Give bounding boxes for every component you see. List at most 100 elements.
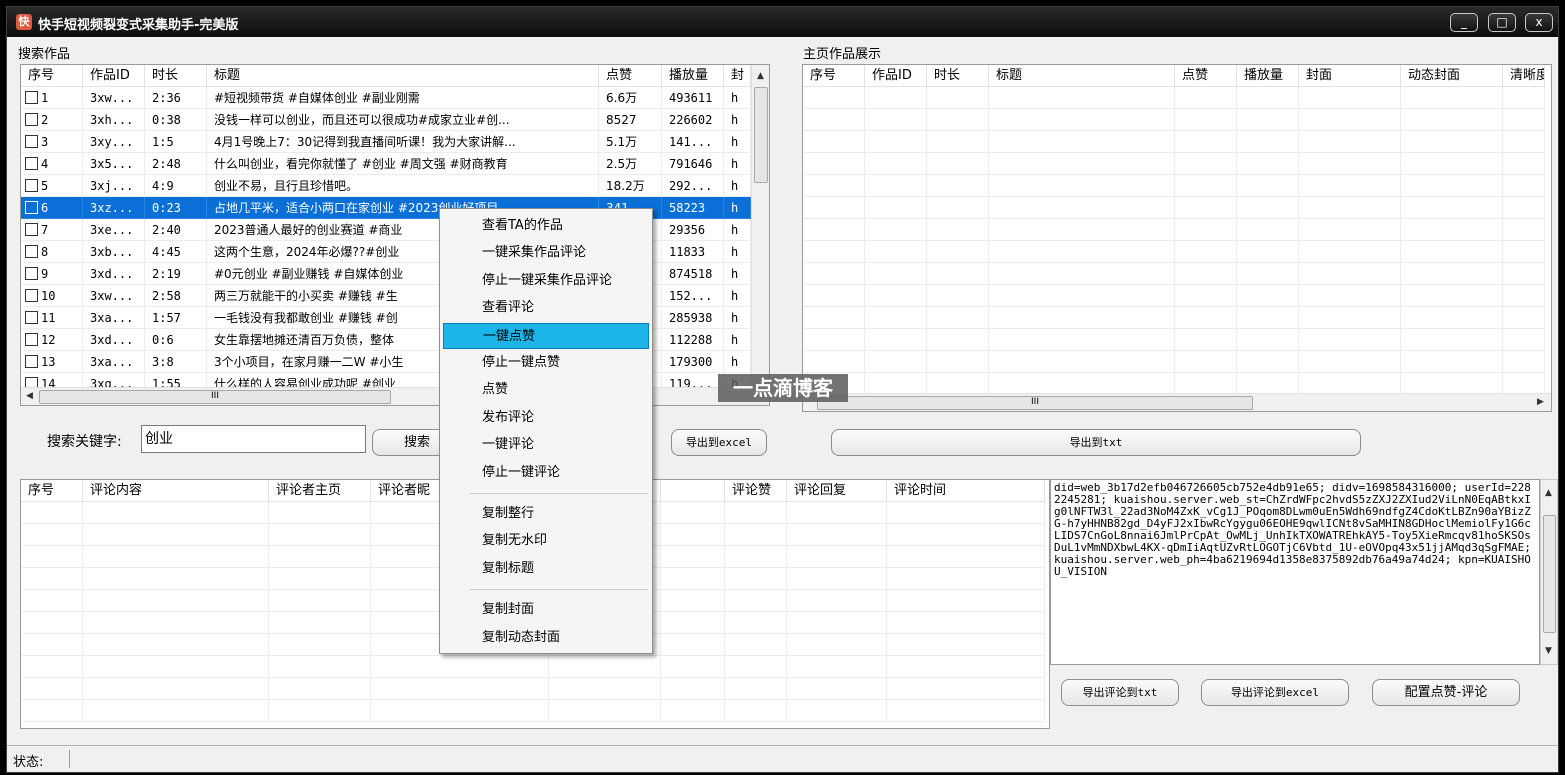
- context-menu[interactable]: 查看TA的作品 一键采集作品评论 停止一键采集作品评论 查看评论 一键点赞 停止一键点赞点…: [439, 208, 653, 654]
- cell-plays[interactable]: 285938: [662, 307, 724, 329]
- cell-id[interactable]: 3xh...: [83, 109, 145, 131]
- cell-likes[interactable]: 5.1万: [599, 131, 662, 153]
- cell-likes[interactable]: 6.6万: [599, 87, 662, 109]
- cell-no[interactable]: 3: [21, 131, 83, 153]
- cell-plays[interactable]: 226602: [662, 109, 724, 131]
- cell-no[interactable]: 6: [21, 197, 83, 219]
- cell-dur[interactable]: 4:45: [145, 241, 207, 263]
- scroll-thumb[interactable]: [754, 87, 768, 183]
- cell-cover[interactable]: h: [724, 307, 751, 329]
- cell-plays[interactable]: 179300: [662, 351, 724, 373]
- cell-plays[interactable]: 58223: [662, 197, 724, 219]
- keyword-input[interactable]: 创业: [141, 425, 366, 453]
- cell-no[interactable]: 11: [21, 307, 83, 329]
- cell-id[interactable]: 3x5...: [83, 153, 145, 175]
- menu-item[interactable]: 复制无水印: [443, 528, 649, 554]
- comment-column-header[interactable]: 序号: [21, 480, 83, 501]
- menu-item[interactable]: 一键评论: [443, 432, 649, 458]
- cell-cover[interactable]: h: [724, 131, 751, 153]
- menu-item[interactable]: 一键点赞: [443, 322, 649, 349]
- row-checkbox[interactable]: [25, 333, 38, 346]
- row-checkbox[interactable]: [25, 223, 38, 236]
- cell-plays[interactable]: 791646: [662, 153, 724, 175]
- menu-item[interactable]: 发布评论: [443, 405, 649, 431]
- scroll-thumb[interactable]: III: [39, 390, 391, 404]
- search-horizontal-scrollbar[interactable]: ◀ III: [21, 387, 769, 405]
- menu-item[interactable]: 一键采集作品评论: [443, 240, 649, 266]
- cell-id[interactable]: 3xa...: [83, 307, 145, 329]
- export-txt-button[interactable]: 导出到txt: [831, 429, 1361, 456]
- cell-no[interactable]: 2: [21, 109, 83, 131]
- row-checkbox[interactable]: [25, 245, 38, 258]
- row-checkbox[interactable]: [25, 289, 38, 302]
- cell-no[interactable]: 7: [21, 219, 83, 241]
- cell-title[interactable]: 创业不易，且行且珍惜吧。: [207, 175, 599, 197]
- cell-id[interactable]: 3xa...: [83, 351, 145, 373]
- export-comments-txt-button[interactable]: 导出评论到txt: [1061, 679, 1179, 706]
- cell-no[interactable]: 4: [21, 153, 83, 175]
- menu-item[interactable]: 查看TA的作品: [443, 213, 649, 239]
- config-like-comment-button[interactable]: 配置点赞-评论: [1372, 679, 1520, 706]
- home-column-header[interactable]: 作品ID: [865, 65, 927, 86]
- cell-dur[interactable]: 2:40: [145, 219, 207, 241]
- cell-cover[interactable]: h: [724, 153, 751, 175]
- export-excel-button[interactable]: 导出到excel: [671, 429, 767, 456]
- maximize-button[interactable]: □: [1488, 13, 1516, 32]
- cell-no[interactable]: 8: [21, 241, 83, 263]
- cell-id[interactable]: 3xd...: [83, 329, 145, 351]
- cell-cover[interactable]: h: [724, 175, 751, 197]
- cell-dur[interactable]: 0:23: [145, 197, 207, 219]
- cell-dur[interactable]: 0:6: [145, 329, 207, 351]
- cookie-scrollbar[interactable]: ▲ ▼: [1540, 479, 1558, 665]
- cell-plays[interactable]: 141...: [662, 131, 724, 153]
- scroll-down-arrow-icon[interactable]: ▼: [1545, 646, 1552, 656]
- home-column-header[interactable]: 清晰度: [1503, 65, 1545, 86]
- scroll-up-arrow-icon[interactable]: ▲: [1545, 488, 1552, 498]
- home-horizontal-scrollbar[interactable]: III ▶: [803, 393, 1551, 411]
- cell-dur[interactable]: 2:36: [145, 87, 207, 109]
- table-row[interactable]: 3 3xy... 1:5 4月1号晚上7：30记得到我直播间听课！我为大家讲解... 5…: [21, 131, 751, 153]
- home-column-header[interactable]: 动态封面: [1401, 65, 1503, 86]
- cell-plays[interactable]: 493611: [662, 87, 724, 109]
- scroll-up-arrow-icon[interactable]: ▲: [757, 71, 764, 81]
- cell-dur[interactable]: 2:58: [145, 285, 207, 307]
- search-vertical-scrollbar[interactable]: ▲: [751, 65, 769, 387]
- home-column-header[interactable]: 点赞: [1175, 65, 1237, 86]
- cell-cover[interactable]: h: [724, 219, 751, 241]
- cell-title[interactable]: 什么叫创业，看完你就懂了 #创业 #周文强 #财商教育: [207, 153, 599, 175]
- cell-cover[interactable]: h: [724, 351, 751, 373]
- cell-title[interactable]: 没钱一样可以创业，而且还可以很成功#成家立业#创...: [207, 109, 599, 131]
- cell-dur[interactable]: 0:38: [145, 109, 207, 131]
- home-column-header[interactable]: 封面: [1299, 65, 1401, 86]
- cell-cover[interactable]: h: [724, 263, 751, 285]
- cell-no[interactable]: 13: [21, 351, 83, 373]
- cell-dur[interactable]: 1:5: [145, 131, 207, 153]
- menu-item[interactable]: 停止一键点赞: [443, 350, 649, 376]
- search-column-header[interactable]: 时长: [145, 65, 207, 86]
- cell-cover[interactable]: h: [724, 241, 751, 263]
- home-column-header[interactable]: 播放量: [1237, 65, 1299, 86]
- cell-no[interactable]: 1: [21, 87, 83, 109]
- scroll-thumb[interactable]: III: [817, 396, 1253, 410]
- row-checkbox[interactable]: [25, 157, 38, 170]
- cell-dur[interactable]: 1:57: [145, 307, 207, 329]
- cell-no[interactable]: 10: [21, 285, 83, 307]
- search-column-header[interactable]: 封: [724, 65, 751, 86]
- table-row[interactable]: 2 3xh... 0:38 没钱一样可以创业，而且还可以很成功#成家立业#创... 85…: [21, 109, 751, 131]
- cell-likes[interactable]: 18.2万: [599, 175, 662, 197]
- search-column-header[interactable]: 作品ID: [83, 65, 145, 86]
- cell-id[interactable]: 3xw...: [83, 87, 145, 109]
- cell-id[interactable]: 3xe...: [83, 219, 145, 241]
- comment-column-header[interactable]: 评论时间: [887, 480, 1045, 501]
- menu-item[interactable]: 查看评论: [443, 295, 649, 321]
- comment-column-header[interactable]: 评论者主页: [269, 480, 371, 501]
- comment-column-header[interactable]: 评论赞: [725, 480, 787, 501]
- cell-no[interactable]: 9: [21, 263, 83, 285]
- search-column-header[interactable]: 标题: [207, 65, 599, 86]
- search-column-header[interactable]: 序号: [21, 65, 83, 86]
- menu-item[interactable]: 复制封面: [443, 597, 649, 623]
- row-checkbox[interactable]: [25, 201, 38, 214]
- row-checkbox[interactable]: [25, 267, 38, 280]
- cell-id[interactable]: 3xz...: [83, 197, 145, 219]
- cell-plays[interactable]: 152...: [662, 285, 724, 307]
